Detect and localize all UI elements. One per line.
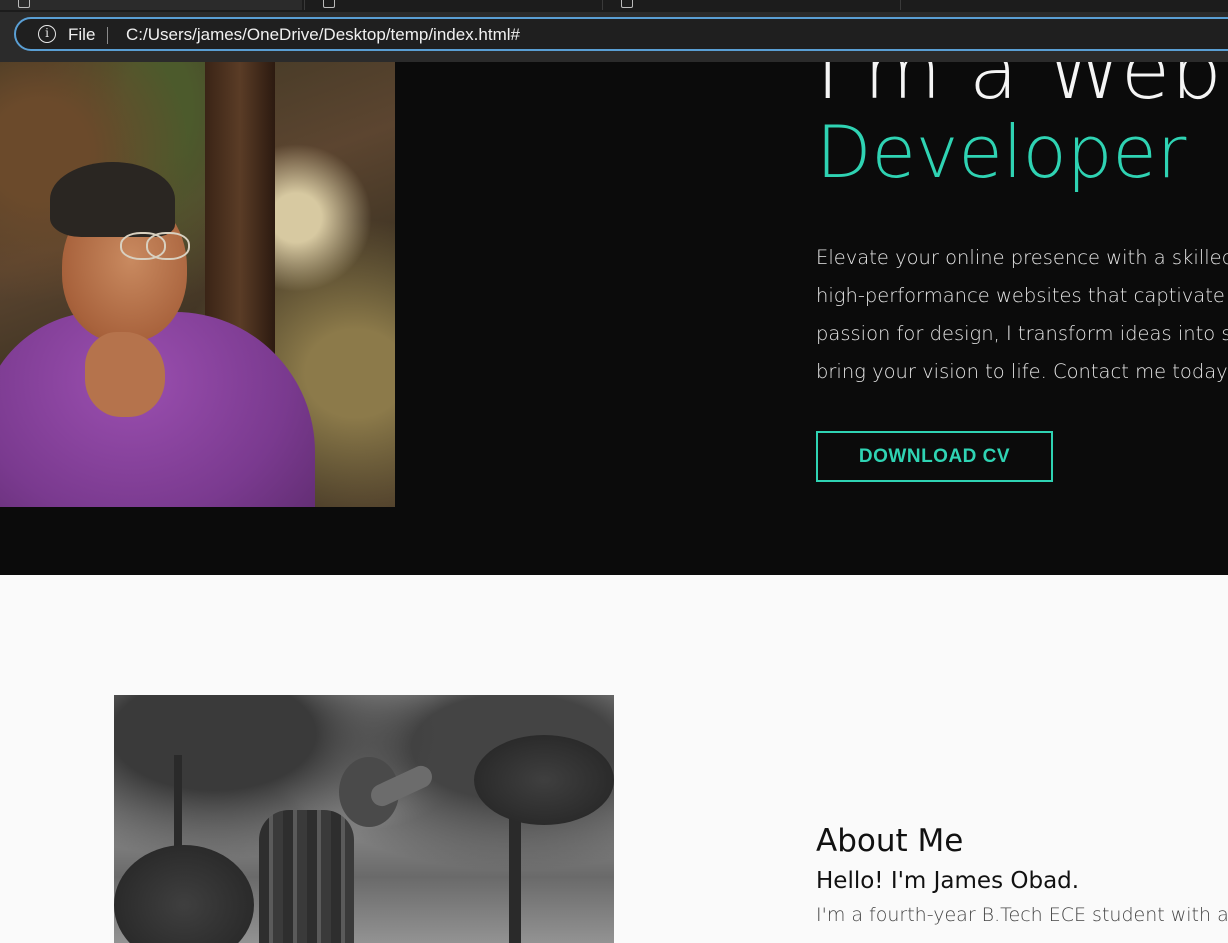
photo-bush	[474, 735, 614, 825]
tab-strip	[0, 0, 1228, 12]
photo-person	[259, 810, 354, 943]
page-icon	[18, 0, 30, 8]
address-url[interactable]: C:/Users/james/OneDrive/Desktop/temp/ind…	[126, 25, 520, 45]
page-icon	[621, 0, 633, 8]
about-section: About Me Hello! I'm James Obad. I'm a fo…	[0, 575, 1228, 943]
info-icon[interactable]: i	[38, 25, 56, 43]
photo-bush	[114, 845, 254, 943]
hero-profile-photo	[0, 62, 395, 507]
photo-glasses	[80, 232, 190, 260]
hero-section: I'm a Web Developer Elevate your online …	[0, 62, 1228, 575]
hero-role: Developer	[816, 110, 1187, 194]
about-greeting: Hello! I'm James Obad.	[816, 868, 1080, 894]
hero-description: Elevate your online presence with a skil…	[816, 239, 1228, 391]
hero-description-line: bring your vision to life. Contact me to…	[816, 360, 1228, 383]
tab[interactable]	[602, 0, 899, 10]
address-scheme: File	[68, 25, 96, 44]
hero-description-line: high-performance websites that captivate	[816, 284, 1225, 307]
browser-toolbar: i File C:/Users/james/OneDrive/Desktop/t…	[0, 12, 1228, 62]
address-bar[interactable]: i File C:/Users/james/OneDrive/Desktop/t…	[14, 17, 1228, 51]
photo-hair	[50, 162, 175, 237]
photo-hand	[85, 332, 165, 417]
hero-description-line: Elevate your online presence with a skil…	[816, 246, 1228, 269]
download-cv-button[interactable]: DOWNLOAD CV	[816, 431, 1053, 482]
hero-description-line: passion for design, I transform ideas in…	[816, 322, 1228, 345]
hero-title: I'm a Web	[816, 62, 1223, 117]
address-separator	[107, 27, 108, 44]
about-heading: About Me	[816, 823, 964, 859]
tab-active[interactable]	[0, 0, 302, 10]
page-icon	[323, 0, 335, 8]
tab[interactable]	[900, 0, 1228, 10]
about-photo	[114, 695, 614, 943]
about-text: I'm a fourth-year B.Tech ECE student wit…	[816, 904, 1228, 926]
tab[interactable]	[304, 0, 601, 10]
